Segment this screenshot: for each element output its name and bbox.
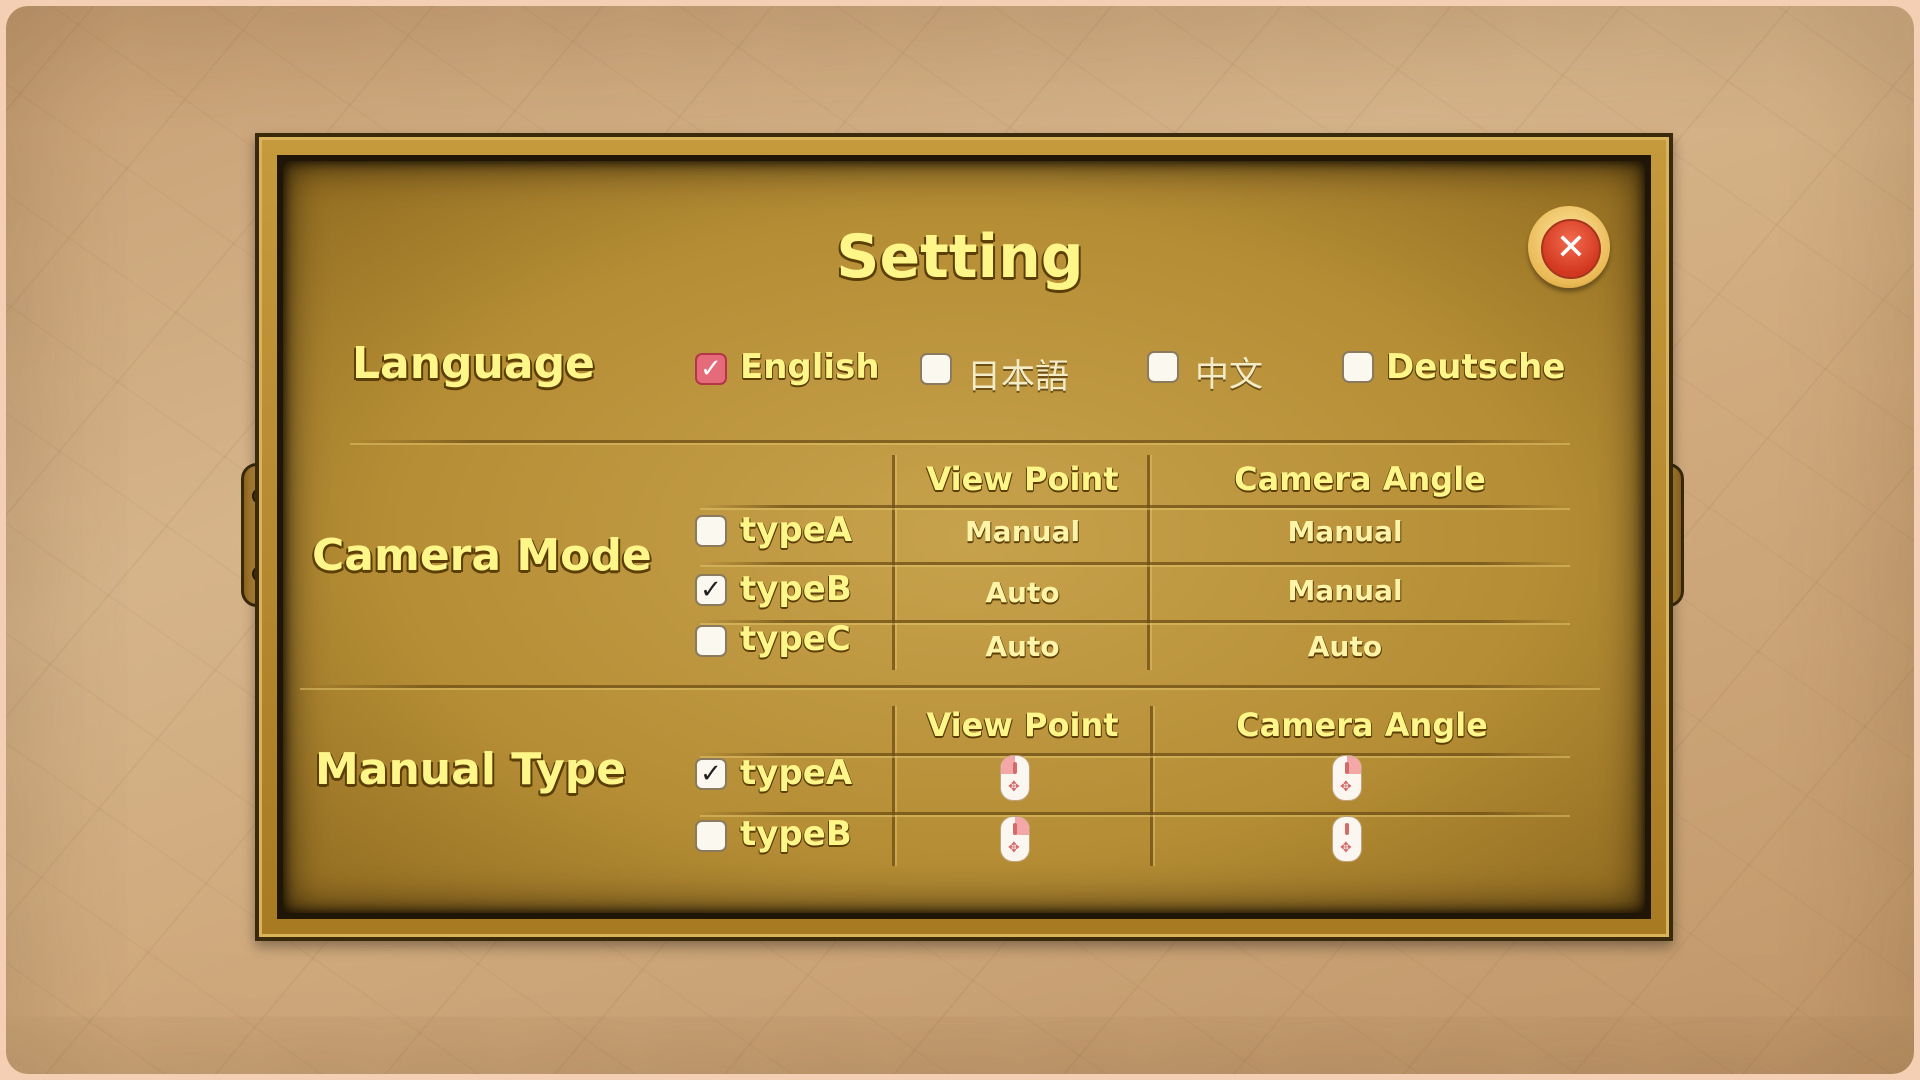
checkbox-japanese[interactable] bbox=[920, 353, 952, 385]
row-divider bbox=[700, 562, 1570, 565]
camera-mode-header-camera-angle: Camera Angle bbox=[1234, 460, 1486, 498]
close-icon: ✕ bbox=[1541, 219, 1601, 279]
manual-type-header-view-point: View Point bbox=[926, 706, 1119, 744]
camera-mode-type-b-camera-angle: Manual bbox=[1287, 574, 1403, 607]
checkbox-manual-type-a[interactable]: ✓ bbox=[695, 758, 727, 790]
camera-mode-type-b-label[interactable]: typeB bbox=[740, 569, 852, 609]
checkbox-deutsche[interactable] bbox=[1342, 351, 1374, 383]
camera-mode-type-c-label[interactable]: typeC bbox=[740, 619, 851, 659]
language-option-english[interactable]: English bbox=[740, 347, 880, 387]
mouse-right-drag-icon: ✥ bbox=[1000, 816, 1030, 862]
column-divider bbox=[1150, 706, 1153, 866]
column-divider bbox=[892, 706, 895, 866]
language-label: Language bbox=[352, 338, 595, 389]
manual-type-type-b-label[interactable]: typeB bbox=[740, 814, 852, 854]
manual-type-label: Manual Type bbox=[315, 744, 627, 795]
checkbox-chinese[interactable] bbox=[1147, 351, 1179, 383]
checkbox-english[interactable]: ✓ bbox=[695, 353, 727, 385]
checkbox-camera-type-c[interactable] bbox=[695, 625, 727, 657]
camera-mode-type-c-view-point: Auto bbox=[985, 630, 1060, 663]
camera-mode-type-b-view-point: Auto bbox=[985, 576, 1060, 609]
checkbox-camera-type-a[interactable] bbox=[695, 515, 727, 547]
row-divider bbox=[700, 505, 1570, 508]
checkbox-manual-type-b[interactable] bbox=[695, 820, 727, 852]
camera-mode-header-view-point: View Point bbox=[926, 460, 1119, 498]
camera-mode-type-a-label[interactable]: typeA bbox=[740, 510, 852, 550]
manual-type-header-camera-angle: Camera Angle bbox=[1236, 706, 1488, 744]
camera-mode-label: Camera Mode bbox=[312, 530, 652, 581]
camera-mode-type-a-view-point: Manual bbox=[964, 515, 1081, 548]
camera-mode-type-a-camera-angle: Manual bbox=[1287, 515, 1403, 548]
close-button[interactable]: ✕ bbox=[1528, 206, 1610, 288]
page-title: Setting bbox=[836, 222, 1084, 292]
language-option-chinese[interactable]: 中文 bbox=[1195, 347, 1263, 396]
divider bbox=[350, 440, 1570, 443]
checkbox-camera-type-b[interactable]: ✓ bbox=[695, 574, 727, 606]
camera-mode-type-c-camera-angle: Auto bbox=[1307, 630, 1383, 663]
mouse-left-drag-icon: ✥ bbox=[1000, 755, 1030, 801]
divider bbox=[300, 685, 1600, 688]
mouse-wheel-drag-icon: ✥ bbox=[1332, 816, 1362, 862]
mouse-right-drag-icon: ✥ bbox=[1332, 755, 1362, 801]
language-option-deutsche[interactable]: Deutsche bbox=[1386, 347, 1565, 387]
language-option-japanese[interactable]: 日本語 bbox=[967, 349, 1069, 398]
manual-type-type-a-label[interactable]: typeA bbox=[740, 753, 852, 793]
